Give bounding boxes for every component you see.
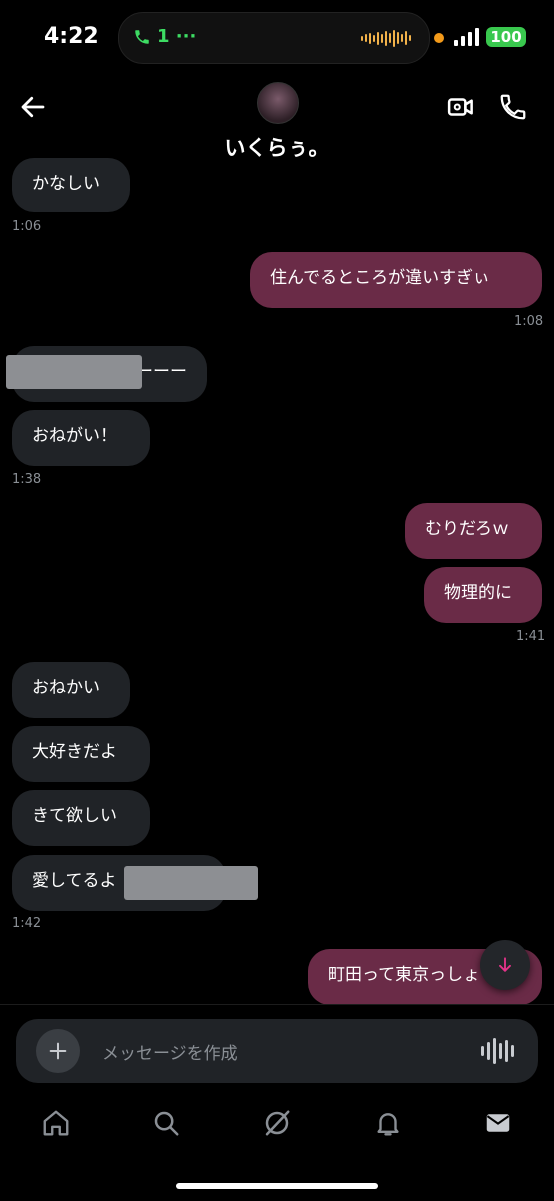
scroll-to-bottom-button[interactable] — [480, 940, 530, 990]
cellular-signal-icon — [454, 28, 479, 46]
notifications-icon[interactable] — [373, 1108, 403, 1138]
phone-call-icon — [135, 29, 149, 44]
messages-icon[interactable] — [483, 1108, 513, 1138]
message-outgoing[interactable]: むりだろｗ — [405, 503, 542, 559]
audio-wave-icon — [361, 28, 411, 48]
add-attachment-button[interactable] — [36, 1029, 80, 1073]
search-icon[interactable] — [151, 1108, 181, 1138]
grok-icon[interactable] — [262, 1108, 292, 1138]
message-incoming[interactable]: きて欲しい — [12, 790, 150, 846]
status-time: 4:22 — [44, 24, 99, 49]
voice-icon[interactable] — [481, 1038, 514, 1064]
call-indicator: 1 ··· — [133, 26, 196, 47]
bottom-tab-bar — [0, 1100, 554, 1156]
call-label: 1 ··· — [157, 26, 197, 47]
message-input[interactable]: メッセージを作成 — [102, 1039, 238, 1064]
message-incoming[interactable]: かなしい — [12, 158, 130, 212]
message-composer[interactable]: メッセージを作成 — [16, 1019, 538, 1083]
home-indicator[interactable] — [176, 1183, 378, 1189]
home-icon[interactable] — [41, 1108, 71, 1138]
message-timestamp: 1:41 — [516, 629, 546, 644]
message-incoming[interactable]: 大好きだよ — [12, 726, 150, 782]
message-incoming[interactable]: おねかい — [12, 662, 130, 718]
redaction-overlay — [124, 866, 258, 900]
message-timestamp: 1:08 — [514, 314, 544, 329]
message-incoming[interactable]: おねがい！ — [12, 410, 150, 466]
plus-icon — [49, 1042, 67, 1060]
battery-icon: 100 — [486, 27, 526, 47]
message-outgoing[interactable]: 物理的に — [424, 567, 542, 623]
redaction-overlay — [6, 355, 142, 389]
video-call-icon[interactable] — [446, 92, 476, 122]
dynamic-island[interactable]: 1 ··· — [118, 12, 430, 64]
message-outgoing[interactable]: 住んでるところが違いすぎぃ — [250, 252, 542, 308]
phone-icon[interactable] — [498, 92, 528, 122]
message-timestamp: 1:38 — [12, 472, 42, 487]
conversation-header: いくらぅ。 — [0, 74, 554, 170]
message-timestamp: 1:06 — [12, 219, 42, 234]
message-timestamp: 1:42 — [12, 916, 42, 931]
avatar[interactable] — [257, 82, 299, 124]
status-bar: 4:22 1 ··· 100 — [0, 0, 554, 74]
back-arrow-icon[interactable] — [18, 92, 48, 122]
arrow-down-icon — [499, 957, 511, 972]
mic-in-use-indicator — [434, 33, 444, 43]
